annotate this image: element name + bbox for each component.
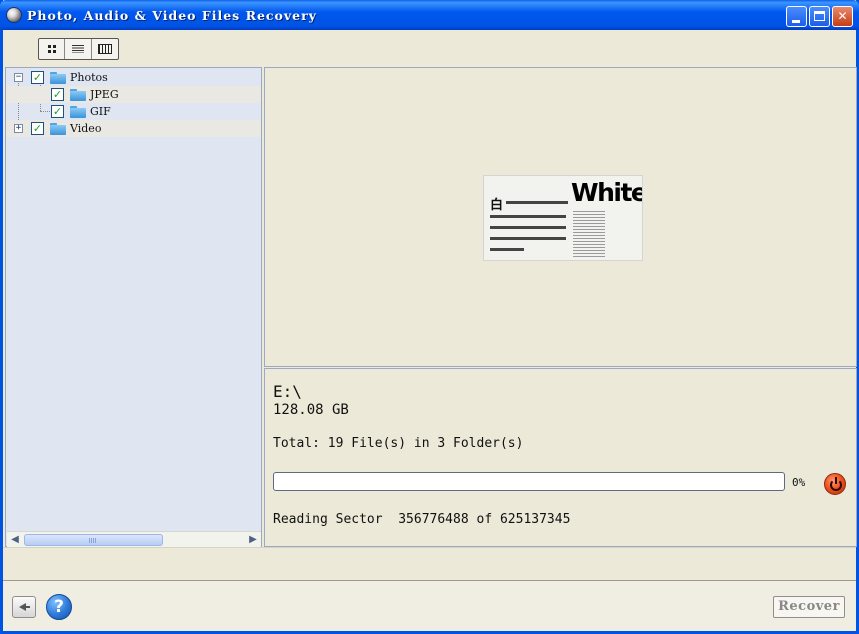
back-button[interactable]: [12, 596, 36, 618]
tree-item-label: Photos: [70, 71, 108, 84]
thumbnail-view-button[interactable]: [39, 39, 66, 59]
list-view-button[interactable]: [65, 39, 92, 59]
maximize-button[interactable]: [809, 6, 830, 27]
thumbnail-text-line: [490, 215, 566, 218]
thumbnail-glyph: 白: [490, 198, 504, 213]
thumbnail-text-line: [506, 201, 568, 204]
tree-item-video[interactable]: + ✓ Video: [6, 120, 261, 137]
close-icon: ✕: [837, 9, 848, 23]
gif-checkbox[interactable]: ✓: [51, 105, 64, 118]
folder-icon: [70, 106, 86, 118]
drive-size: 128.08 GB: [273, 402, 349, 418]
tree-item-label: JPEG: [90, 88, 119, 101]
image-thumbnail[interactable]: White 白: [483, 175, 643, 261]
drive-label: E:\: [273, 382, 302, 401]
tree-item-jpeg[interactable]: ✓ JPEG: [6, 86, 261, 103]
total-files: Total: 19 File(s) in 3 Folder(s): [273, 436, 524, 451]
photos-checkbox[interactable]: ✓: [31, 71, 44, 84]
minimize-icon: [792, 20, 800, 23]
maximize-icon: [814, 11, 825, 21]
bottom-bar: ? Recover: [3, 580, 856, 631]
scan-info-panel: E:\ 128.08 GB Total: 19 File(s) in 3 Fol…: [264, 368, 857, 547]
scroll-right-icon[interactable]: ▶: [245, 533, 261, 547]
tree-horizontal-scrollbar[interactable]: ◀ ▶: [7, 531, 261, 547]
view-mode-group: [38, 38, 119, 60]
folder-icon: [50, 123, 66, 135]
thumbnail-text-line: [490, 226, 566, 229]
help-button[interactable]: ?: [46, 594, 72, 620]
thumbnail-heading: White: [571, 178, 643, 207]
thumbnail-text-line: [490, 248, 524, 251]
toolbar: [3, 30, 856, 67]
scan-progress-bar: [273, 472, 785, 491]
scroll-left-icon[interactable]: ◀: [7, 533, 23, 547]
status-bar: [3, 547, 856, 580]
progress-percent: 0%: [792, 476, 806, 489]
filmstrip-view-button[interactable]: [92, 39, 118, 59]
tree-item-label: Video: [70, 122, 102, 135]
stop-scan-button[interactable]: [824, 473, 846, 495]
folder-icon: [50, 72, 66, 84]
jpeg-checkbox[interactable]: ✓: [51, 88, 64, 101]
folder-icon: [70, 89, 86, 101]
close-button[interactable]: ✕: [832, 6, 853, 27]
tree-item-gif[interactable]: ✓ GIF: [6, 103, 261, 120]
scrollbar-thumb[interactable]: [24, 534, 163, 546]
app-logo-icon: [6, 7, 22, 23]
title-bar[interactable]: Photo, Audio & Video Files Recovery ✕: [0, 0, 859, 30]
folder-tree[interactable]: − ✓ Photos ✓ JPEG ✓ GIF + ✓ Video: [5, 67, 262, 547]
thumbnails-icon: [47, 45, 56, 53]
video-checkbox[interactable]: ✓: [31, 122, 44, 135]
app-window: Photo, Audio & Video Files Recovery ✕ − …: [0, 0, 859, 634]
filmstrip-icon: [97, 44, 112, 54]
tree-item-photos[interactable]: − ✓ Photos: [6, 69, 261, 86]
list-icon: [72, 45, 85, 53]
preview-pane: White 白: [264, 67, 857, 367]
expand-toggle[interactable]: +: [14, 124, 23, 133]
window-title: Photo, Audio & Video Files Recovery: [27, 8, 317, 23]
thumbnail-fine-print: [573, 211, 605, 257]
minimize-button[interactable]: [786, 6, 807, 27]
reading-sector-status: Reading Sector 356776488 of 625137345: [273, 512, 571, 527]
recover-button[interactable]: Recover: [773, 596, 845, 618]
tree-item-label: GIF: [90, 105, 111, 118]
thumbnail-text-line: [490, 237, 566, 240]
collapse-toggle[interactable]: −: [14, 73, 23, 82]
